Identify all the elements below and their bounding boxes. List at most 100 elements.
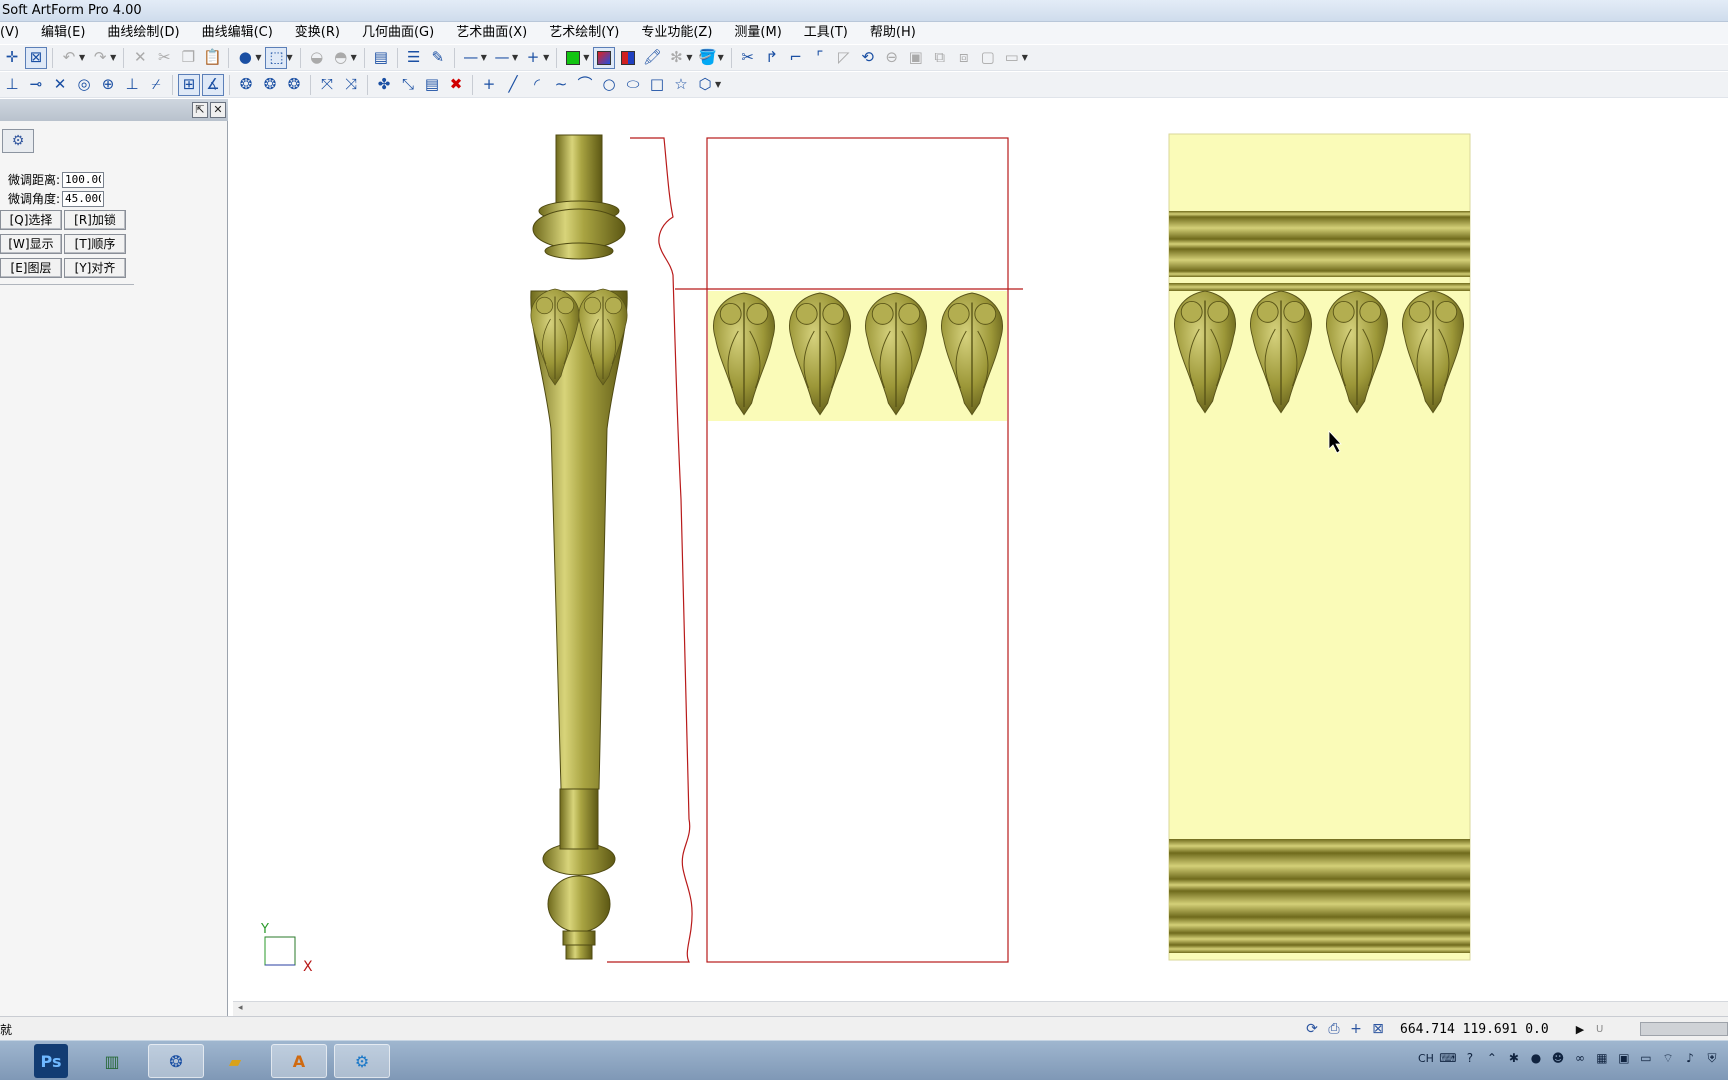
node-edit-icon[interactable]: ⊥ — [1, 74, 23, 96]
rectangle-array-icon[interactable]: ▭ — [1001, 47, 1023, 69]
line-width-icon[interactable]: — — [491, 47, 513, 69]
disconnect-icon[interactable]: ⤨ — [340, 74, 362, 96]
boolean-subtract-icon[interactable]: ⧉ — [929, 47, 951, 69]
fillet-icon[interactable]: ↱ — [761, 47, 783, 69]
move-icon[interactable]: ✛ — [1, 47, 23, 69]
close-icon[interactable]: ✕ — [210, 102, 226, 118]
spray-dropdown-icon[interactable]: ▼ — [686, 53, 692, 62]
cut-icon[interactable]: ✂ — [153, 47, 175, 69]
circle-tool-icon[interactable]: ○ — [598, 74, 620, 96]
table-leg-relief[interactable] — [530, 134, 628, 960]
polyline-tool-icon[interactable]: ⌒ — [574, 74, 596, 96]
tangent-icon[interactable]: ⌿ — [145, 74, 167, 96]
crosshair-icon[interactable]: + — [1346, 1020, 1366, 1038]
panel-relief[interactable] — [1168, 133, 1471, 961]
link-icon[interactable]: ⊖ — [881, 47, 903, 69]
layer-button[interactable]: [E]图层 — [0, 258, 62, 278]
layers-icon[interactable]: ▤ — [370, 47, 392, 69]
arc-tool-icon[interactable]: ◜ — [526, 74, 548, 96]
profile-outline[interactable] — [607, 137, 1023, 963]
tray-app-icon[interactable]: ✱ — [1506, 1050, 1522, 1066]
offset-icon[interactable]: ⟲ — [857, 47, 879, 69]
tray-link-icon[interactable]: ∞ — [1572, 1050, 1588, 1066]
tray-person-icon[interactable]: ☻ — [1550, 1050, 1566, 1066]
taskbar-photoshop[interactable]: Ps — [34, 1044, 68, 1078]
point-tool-icon[interactable]: + — [478, 74, 500, 96]
line-style-icon[interactable]: — — [460, 47, 482, 69]
eyedropper-icon[interactable]: 🖍 — [641, 47, 663, 69]
view-cube-icon[interactable]: ⬚ — [265, 46, 288, 69]
star-tool-icon[interactable]: ☆ — [670, 74, 692, 96]
snap-point-icon[interactable]: + — [522, 47, 544, 69]
relief-view-front-icon[interactable]: ❂ — [235, 74, 257, 96]
tray-volume-icon[interactable]: ♪ — [1682, 1050, 1698, 1066]
break-line-icon[interactable]: ⊸ — [25, 74, 47, 96]
corner-cut-icon[interactable]: ◸ — [833, 47, 855, 69]
refresh-icon[interactable]: ⟳ — [1302, 1020, 1322, 1038]
tray-display-icon[interactable]: ▭ — [1638, 1050, 1654, 1066]
relief-shade-icon[interactable]: ◒ — [306, 47, 328, 69]
horizontal-scrollbar[interactable]: ◂ — [233, 1001, 1728, 1016]
taskbar-folder-icon[interactable]: ▰ — [207, 1044, 263, 1078]
tray-shield-icon[interactable]: ⛨ — [1704, 1050, 1720, 1066]
undo-icon[interactable]: ↶ — [58, 47, 80, 69]
menu-measure[interactable]: 测量(M) — [722, 22, 791, 44]
view-dropdown-icon[interactable]: ▼ — [286, 53, 292, 62]
gradient-color-icon[interactable] — [593, 46, 616, 69]
panel-tab-icon[interactable]: ⚙ — [2, 129, 34, 153]
menu-art-surface[interactable]: 艺术曲面(X) — [444, 22, 537, 44]
corner-icon[interactable]: ⌜ — [809, 47, 831, 69]
menu-view[interactable]: (V) — [0, 22, 29, 44]
taskbar-file-manager-icon[interactable]: ▥ — [84, 1044, 140, 1078]
menu-curve-edit[interactable]: 曲线编辑(C) — [190, 22, 283, 44]
nudge-angle-input[interactable] — [62, 190, 105, 207]
rectangle-tool-icon[interactable]: □ — [646, 74, 668, 96]
polygon-tool-icon[interactable]: ⬡ — [694, 74, 716, 96]
text-tool-icon[interactable]: ▤ — [421, 74, 443, 96]
menu-pro-features[interactable]: 专业功能(Z) — [629, 22, 722, 44]
leaf-band-relief[interactable] — [708, 291, 1007, 421]
delete-icon[interactable]: ✕ — [129, 47, 151, 69]
menu-art-draw[interactable]: 艺术绘制(Y) — [537, 22, 629, 44]
select-box-icon[interactable]: ⊠ — [25, 46, 47, 69]
play-icon[interactable]: ▶ — [1570, 1020, 1590, 1038]
tray-chevron-icon[interactable]: ⌃ — [1484, 1050, 1500, 1066]
align-button[interactable]: [Y]对齐 — [64, 258, 126, 278]
rotate-relief-icon[interactable]: ✤ — [373, 74, 395, 96]
menu-help[interactable]: 帮助(H) — [858, 22, 926, 44]
select-button[interactable]: [Q]选择 — [0, 210, 62, 230]
relief-solid-icon[interactable]: ◓ — [330, 47, 352, 69]
order-button[interactable]: [T]顺序 — [64, 234, 126, 254]
menu-transform[interactable]: 变换(R) — [283, 22, 350, 44]
print-icon[interactable]: ⎙ — [1324, 1020, 1344, 1038]
line-width-dropdown-icon[interactable]: ▼ — [512, 53, 518, 62]
tray-network-icon[interactable]: ▦ — [1594, 1050, 1610, 1066]
line-style-dropdown-icon[interactable]: ▼ — [481, 53, 487, 62]
relief-view-iso-icon[interactable]: ❂ — [259, 74, 281, 96]
tray-coin-icon[interactable]: ● — [1528, 1050, 1544, 1066]
delete-relief-icon[interactable]: ✖ — [445, 74, 467, 96]
scale-relief-icon[interactable]: ⤡ — [397, 74, 419, 96]
paint-bucket-icon[interactable]: 🪣 — [697, 47, 719, 69]
canvas-drawing[interactable]: Y X — [233, 99, 1728, 1001]
boolean-intersect-icon[interactable]: ⧈ — [953, 47, 975, 69]
menu-edit[interactable]: 编辑(E) — [29, 22, 95, 44]
language-indicator[interactable]: CH — [1418, 1052, 1434, 1065]
angle-snap-icon[interactable]: ∡ — [202, 73, 224, 96]
tray-wifi-icon[interactable]: ⌔ — [1660, 1050, 1676, 1066]
paste-icon[interactable]: 📋 — [201, 47, 223, 69]
perpendicular-icon[interactable]: ⊥ — [121, 74, 143, 96]
spline-tool-icon[interactable]: ∼ — [550, 74, 572, 96]
color-dropdown-icon[interactable]: ▼ — [583, 53, 589, 62]
copy-icon[interactable]: ❐ — [177, 47, 199, 69]
quadrant-point-icon[interactable]: ⊕ — [97, 74, 119, 96]
color-fill-icon[interactable] — [562, 47, 584, 69]
keyboard-icon[interactable]: ⌨ — [1439, 1050, 1456, 1066]
spray-icon[interactable]: ✻ — [665, 47, 687, 69]
line-tool-icon[interactable]: ╱ — [502, 74, 524, 96]
help-icon[interactable]: ? — [1462, 1050, 1478, 1066]
connect-icon[interactable]: ⤧ — [316, 74, 338, 96]
relief-view-back-icon[interactable]: ❂ — [283, 74, 305, 96]
intersect-point-icon[interactable]: ✕ — [49, 74, 71, 96]
render-dropdown-icon[interactable]: ▼ — [255, 53, 261, 62]
